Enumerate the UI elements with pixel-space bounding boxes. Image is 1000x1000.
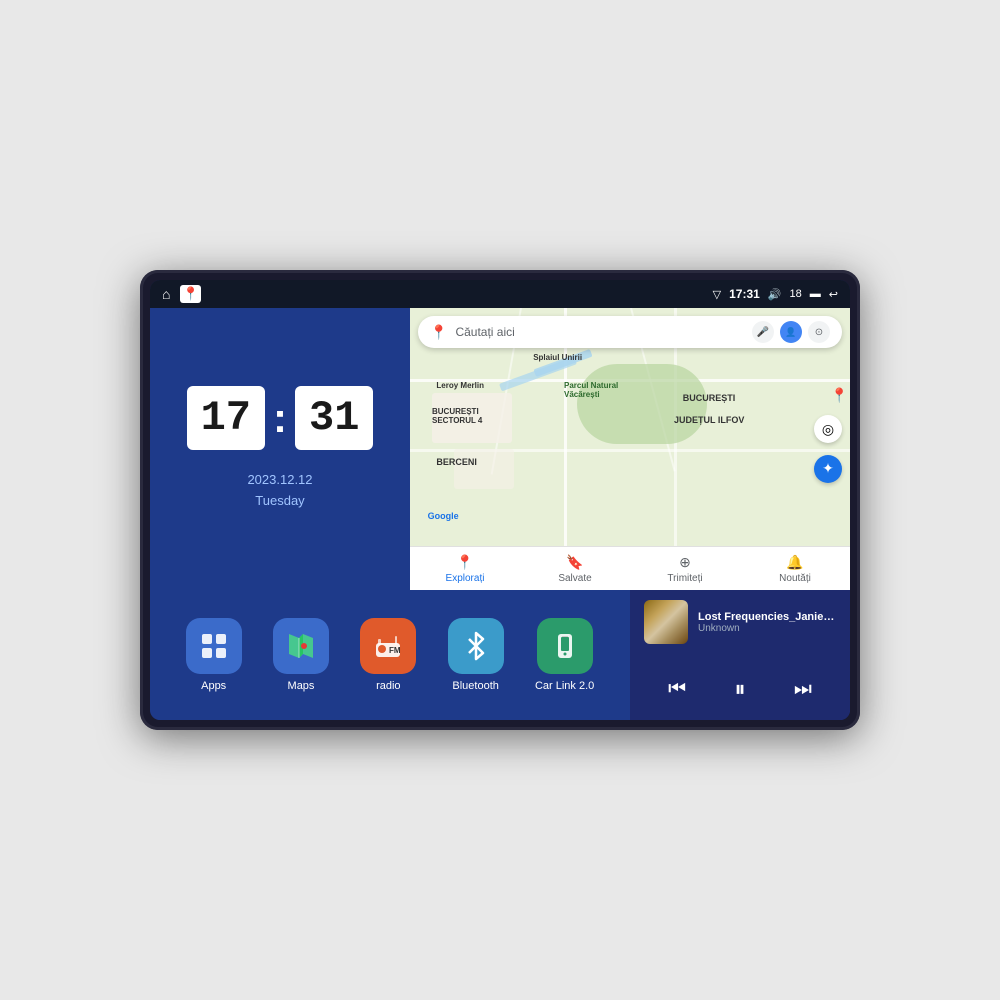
status-time: 17:31	[729, 287, 760, 301]
app-item-apps[interactable]: Apps	[186, 618, 242, 692]
map-nav-news[interactable]: 🔔 Noutăți	[740, 547, 850, 590]
map-compass-btn[interactable]: ◎	[814, 415, 842, 443]
music-controls: ⏮ ⏸ ⏭	[644, 668, 836, 710]
status-bar: ⌂ 📍 ▽ 17:31 🔊 18 ▬ ↩	[150, 280, 850, 308]
main-content: 17 : 31 2023.12.12 Tuesday	[150, 308, 850, 720]
volume-icon: 🔊	[768, 288, 782, 301]
map-pin-icon: 📍	[430, 324, 447, 341]
apps-grid-icon	[199, 631, 229, 661]
top-section: 17 : 31 2023.12.12 Tuesday	[150, 308, 850, 590]
carlink-icon-bg	[537, 618, 593, 674]
map-red-pin: 📍	[831, 387, 848, 404]
radio-icon: FM	[373, 631, 403, 661]
apps-icon-bg	[186, 618, 242, 674]
map-label-leroy: Leroy Merlin	[436, 381, 484, 390]
map-nav-saved[interactable]: 🔖 Salvate	[520, 547, 630, 590]
home-icon[interactable]: ⌂	[162, 286, 170, 302]
app-item-bluetooth[interactable]: Bluetooth	[448, 618, 504, 692]
map-nav-share[interactable]: ⊕ Trimiteți	[630, 547, 740, 590]
map-nav-share-label: Trimiteți	[667, 573, 702, 584]
map-nav-saved-label: Salvate	[558, 573, 591, 584]
clock-minute: 31	[295, 386, 373, 450]
play-pause-button[interactable]: ⏸	[726, 672, 753, 706]
battery-icon: ▬	[810, 288, 821, 300]
carlink-label: Car Link 2.0	[535, 680, 594, 692]
map-label-google: Google	[428, 511, 459, 521]
music-thumbnail	[644, 600, 688, 644]
clock-display: 17 : 31	[187, 386, 374, 450]
clock-widget: 17 : 31 2023.12.12 Tuesday	[150, 308, 410, 590]
carlink-phone-icon	[550, 631, 580, 661]
device-screen: ⌂ 📍 ▽ 17:31 🔊 18 ▬ ↩ 17	[150, 280, 850, 720]
music-artist: Unknown	[698, 623, 836, 634]
map-nav-explore[interactable]: 📍 Explorați	[410, 547, 520, 590]
radio-icon-bg: FM	[360, 618, 416, 674]
maps-shortcut-icon[interactable]: 📍	[180, 285, 200, 303]
radio-label: radio	[376, 680, 400, 692]
map-voice-btn[interactable]: 🎤	[752, 321, 774, 343]
clock-hour: 17	[187, 386, 265, 450]
map-search-placeholder[interactable]: Căutați aici	[455, 325, 744, 339]
apps-grid: Apps Maps	[150, 590, 630, 720]
music-info: Lost Frequencies_Janieck Devy-... Unknow…	[644, 600, 836, 644]
volume-level: 18	[790, 288, 802, 300]
bottom-section: Apps Maps	[150, 590, 850, 720]
map-layers-btn[interactable]: ⊙	[808, 321, 830, 343]
map-nav-news-label: Noutăți	[779, 573, 811, 584]
news-icon: 🔔	[786, 554, 803, 571]
back-icon[interactable]: ↩	[829, 288, 838, 301]
map-nav-explore-label: Explorați	[446, 573, 485, 584]
maps-pin-icon	[285, 630, 317, 662]
music-details: Lost Frequencies_Janieck Devy-... Unknow…	[698, 611, 836, 634]
apps-label: Apps	[201, 680, 226, 692]
saved-icon: 🔖	[566, 554, 583, 571]
app-item-radio[interactable]: FM radio	[360, 618, 416, 692]
map-bottom-nav: 📍 Explorați 🔖 Salvate ⊕ Trimiteți 🔔	[410, 546, 850, 590]
bluetooth-symbol-icon	[461, 631, 491, 661]
bluetooth-icon-bg	[448, 618, 504, 674]
svg-text:FM: FM	[389, 646, 401, 655]
prev-button[interactable]: ⏮	[660, 674, 694, 705]
maps-icon-bg	[273, 618, 329, 674]
signal-icon: ▽	[713, 288, 721, 301]
status-left-icons: ⌂ 📍	[162, 285, 201, 303]
maps-label: Maps	[288, 680, 315, 692]
clock-colon: :	[273, 394, 287, 442]
music-player: Lost Frequencies_Janieck Devy-... Unknow…	[630, 590, 850, 720]
map-search-bar[interactable]: 📍 Căutați aici 🎤 👤 ⊙	[418, 316, 842, 348]
share-icon: ⊕	[679, 554, 691, 571]
music-thumb-image	[644, 600, 688, 644]
music-title: Lost Frequencies_Janieck Devy-...	[698, 611, 836, 623]
map-search-actions: 🎤 👤 ⊙	[752, 321, 830, 343]
map-locate-btn[interactable]: ✦	[814, 455, 842, 483]
clock-date: 2023.12.12 Tuesday	[247, 470, 312, 512]
car-head-unit: ⌂ 📍 ▽ 17:31 🔊 18 ▬ ↩ 17	[140, 270, 860, 730]
app-item-carlink[interactable]: Car Link 2.0	[535, 618, 594, 692]
next-button[interactable]: ⏭	[786, 674, 820, 705]
explore-icon: 📍	[456, 554, 473, 571]
map-avatar-btn[interactable]: 👤	[780, 321, 802, 343]
map-widget[interactable]: TRAPEZULUI BUCUREȘTI JUDEȚUL ILFOV Parcu…	[410, 308, 850, 590]
bluetooth-label: Bluetooth	[452, 680, 498, 692]
status-right-info: ▽ 17:31 🔊 18 ▬ ↩	[713, 287, 838, 301]
app-item-maps[interactable]: Maps	[273, 618, 329, 692]
